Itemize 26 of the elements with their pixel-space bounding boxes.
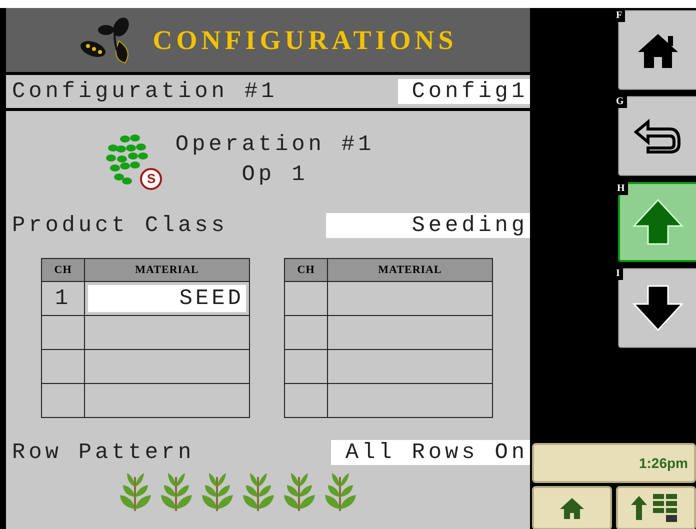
- key-letter: H: [614, 182, 628, 195]
- clock: 1:26pm: [532, 443, 696, 483]
- home-icon: [559, 496, 585, 520]
- material-field[interactable]: SEED: [88, 285, 246, 312]
- row-pattern-label: Row Pattern: [12, 440, 195, 465]
- shortcut-button[interactable]: [532, 486, 612, 529]
- column-header: CH: [284, 258, 328, 282]
- key-letter: F: [613, 9, 626, 22]
- column-header: MATERIAL: [84, 258, 250, 282]
- return-arrow-icon: [634, 118, 682, 154]
- configuration-label: Configuration #1: [12, 79, 278, 104]
- page-title: CONFIGURATIONS: [152, 24, 458, 56]
- up-arrow-icon: [632, 198, 684, 246]
- shortcut-button[interactable]: [616, 486, 696, 529]
- operation-label: Operation #1: [175, 131, 375, 159]
- column-header: MATERIAL: [328, 258, 492, 282]
- channel-number: 1: [54, 286, 72, 311]
- badge-letter: S: [146, 170, 157, 188]
- operation-name: Op 1: [242, 161, 308, 189]
- product-class-field[interactable]: Seeding: [326, 213, 530, 238]
- key-letter: I: [613, 267, 623, 280]
- configuration-field[interactable]: Config1: [398, 79, 530, 104]
- column-header: CH: [42, 258, 84, 282]
- row-pattern-field[interactable]: All Rows On: [331, 440, 530, 465]
- down-arrow-icon: [632, 284, 684, 332]
- product-class-label: Product Class: [12, 213, 228, 238]
